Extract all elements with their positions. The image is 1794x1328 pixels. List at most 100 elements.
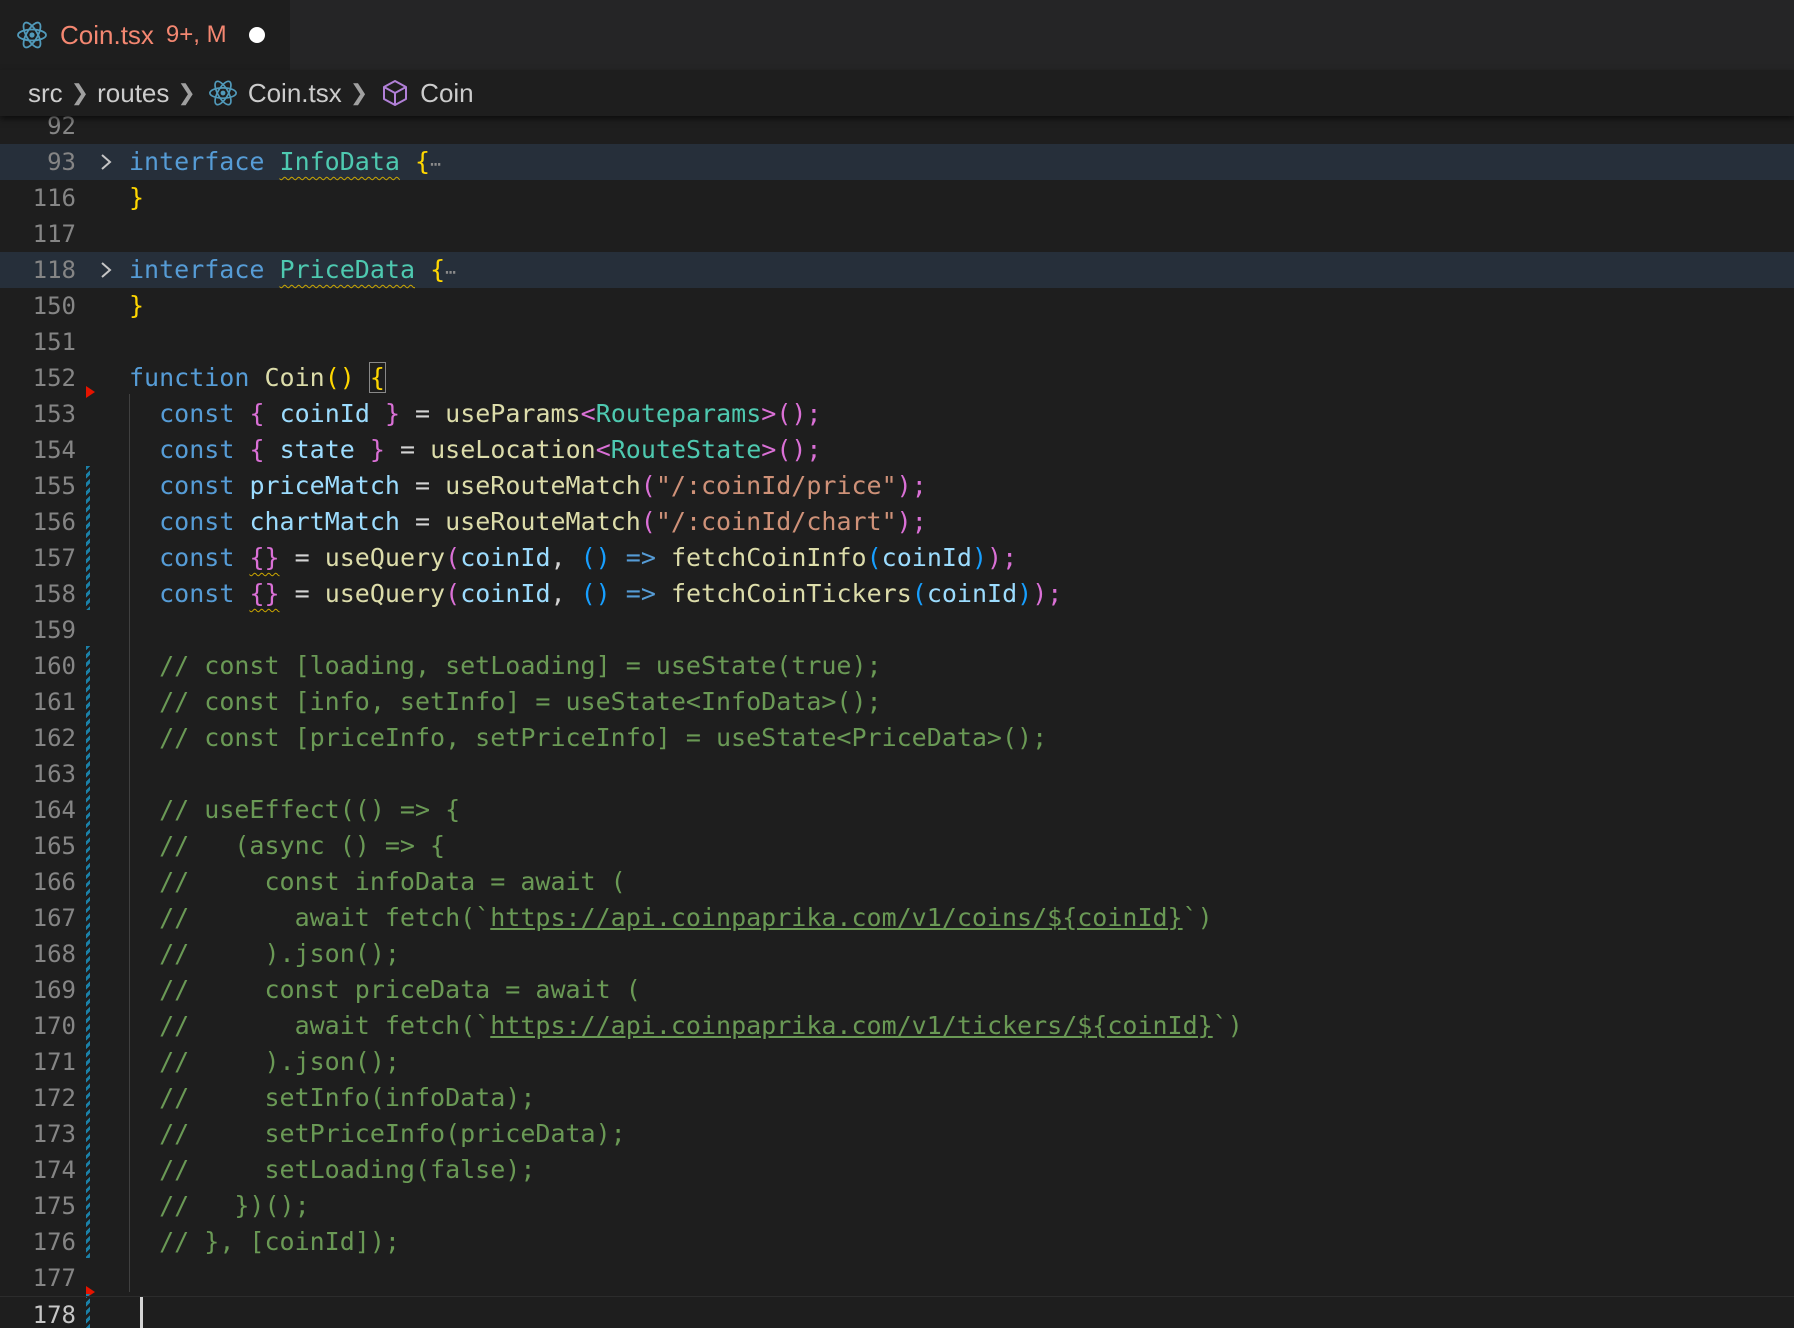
code-line: 161 // const [info, setInfo] = useState<… bbox=[0, 684, 1794, 720]
line-number: 166 bbox=[32, 868, 76, 896]
comment: // const infoData = await ( bbox=[159, 867, 626, 896]
code-line: 159 bbox=[0, 612, 1794, 648]
code-line: 151 bbox=[0, 324, 1794, 360]
comment: // })(); bbox=[159, 1191, 310, 1220]
code-line: 162 // const [priceInfo, setPriceInfo] =… bbox=[0, 720, 1794, 756]
code-line: 154 const { state } = useLocation<RouteS… bbox=[0, 432, 1794, 468]
breadcrumb-item-routes[interactable]: routes bbox=[97, 78, 169, 109]
code-line: 155 const priceMatch = useRouteMatch("/:… bbox=[0, 468, 1794, 504]
line-number: 165 bbox=[32, 832, 76, 860]
comment: // ).json(); bbox=[159, 939, 400, 968]
line-number: 153 bbox=[32, 400, 76, 428]
code-line: 177 bbox=[0, 1260, 1794, 1296]
line-number: 158 bbox=[32, 580, 76, 608]
comment: // setInfo(infoData); bbox=[159, 1083, 536, 1112]
line-number: 150 bbox=[32, 292, 76, 320]
breadcrumb-item-src[interactable]: src bbox=[28, 78, 63, 109]
line-number: 167 bbox=[32, 904, 76, 932]
line-number: 169 bbox=[32, 976, 76, 1004]
code-line: 165 // (async () => { bbox=[0, 828, 1794, 864]
code-line: 174 // setLoading(false); bbox=[0, 1152, 1794, 1188]
code-line: 152 function Coin() { bbox=[0, 360, 1794, 396]
code-line: 163 bbox=[0, 756, 1794, 792]
code-line: 172 // setInfo(infoData); bbox=[0, 1080, 1794, 1116]
folded-region-ellipsis[interactable]: ⋯ bbox=[445, 262, 456, 283]
code-editor[interactable]: 92 93 interface InfoData {⋯ 116 } 117 11… bbox=[0, 116, 1794, 1328]
code-line: 118 interface PriceData {⋯ bbox=[0, 252, 1794, 288]
text-cursor bbox=[140, 1297, 143, 1328]
code-line: 168 // ).json(); bbox=[0, 936, 1794, 972]
line-number: 92 bbox=[47, 116, 76, 140]
unsaved-dot-icon[interactable] bbox=[248, 27, 265, 43]
empty-destructure: {} bbox=[249, 543, 280, 572]
breadcrumb-item-symbol[interactable]: Coin bbox=[420, 78, 473, 109]
code-line: 117 bbox=[0, 216, 1794, 252]
code-line: 170 // await fetch(`https://api.coinpapr… bbox=[0, 1008, 1794, 1044]
editor-tab-coin-tsx[interactable]: Coin.tsx 9+, M bbox=[0, 0, 290, 70]
fold-chevron-right-icon[interactable] bbox=[96, 152, 116, 172]
line-number: 162 bbox=[32, 724, 76, 752]
comment: // const [info, setInfo] = useState<Info… bbox=[159, 687, 882, 716]
line-number: 151 bbox=[32, 328, 76, 356]
fold-chevron-right-icon[interactable] bbox=[96, 260, 116, 280]
code-line: 153 const { coinId } = useParams<Routepa… bbox=[0, 396, 1794, 432]
comment: // const [priceInfo, setPriceInfo] = use… bbox=[159, 723, 1048, 752]
line-number: 173 bbox=[32, 1120, 76, 1148]
code-line: 93 interface InfoData {⋯ bbox=[0, 144, 1794, 180]
line-number: 155 bbox=[32, 472, 76, 500]
comment: // setPriceInfo(priceData); bbox=[159, 1119, 626, 1148]
comment: // setLoading(false); bbox=[159, 1155, 536, 1184]
line-number: 118 bbox=[32, 256, 76, 284]
line-number: 163 bbox=[32, 760, 76, 788]
code-line: 164 // useEffect(() => { bbox=[0, 792, 1794, 828]
tab-bar: Coin.tsx 9+, M bbox=[0, 0, 1794, 70]
line-number: 159 bbox=[32, 616, 76, 644]
code-line: 160 // const [loading, setLoading] = use… bbox=[0, 648, 1794, 684]
breadcrumb-item-file[interactable]: Coin.tsx bbox=[248, 78, 342, 109]
react-icon bbox=[17, 21, 47, 49]
line-number: 175 bbox=[32, 1192, 76, 1220]
line-number: 178 bbox=[32, 1301, 76, 1328]
folded-region-ellipsis[interactable]: ⋯ bbox=[430, 154, 441, 175]
line-number: 117 bbox=[32, 220, 76, 248]
line-number: 157 bbox=[32, 544, 76, 572]
line-number: 176 bbox=[32, 1228, 76, 1256]
line-number: 116 bbox=[32, 184, 76, 212]
code-line: 157 const {} = useQuery(coinId, () => fe… bbox=[0, 540, 1794, 576]
comment: // const priceData = await ( bbox=[159, 975, 641, 1004]
empty-destructure: {} bbox=[249, 579, 280, 608]
comment: // ).json(); bbox=[159, 1047, 400, 1076]
url-link[interactable]: https://api.coinpaprika.com/v1/tickers/$… bbox=[490, 1011, 1212, 1040]
chevron-right-icon: ❯ bbox=[70, 80, 90, 105]
line-number: 164 bbox=[32, 796, 76, 824]
comment: // useEffect(() => { bbox=[159, 795, 461, 824]
interface-name: PriceData bbox=[279, 255, 415, 284]
line-number: 156 bbox=[32, 508, 76, 536]
code-line: 92 bbox=[0, 116, 1794, 144]
symbol-class-icon bbox=[383, 80, 408, 106]
line-number: 161 bbox=[32, 688, 76, 716]
code-line: 167 // await fetch(`https://api.coinpapr… bbox=[0, 900, 1794, 936]
line-number: 171 bbox=[32, 1048, 76, 1076]
code-line: 175 // })(); bbox=[0, 1188, 1794, 1224]
code-line: 150 } bbox=[0, 288, 1794, 324]
code-line: 158 const {} = useQuery(coinId, () => fe… bbox=[0, 576, 1794, 612]
code-line: 173 // setPriceInfo(priceData); bbox=[0, 1116, 1794, 1152]
tab-file-name: Coin.tsx bbox=[60, 19, 154, 50]
code-line: 169 // const priceData = await ( bbox=[0, 972, 1794, 1008]
line-number: 174 bbox=[32, 1156, 76, 1184]
tab-problem-status: 9+, M bbox=[165, 21, 227, 48]
code-line: 176 // }, [coinId]); bbox=[0, 1224, 1794, 1260]
matched-bracket: { bbox=[368, 362, 386, 393]
line-number: 168 bbox=[32, 940, 76, 968]
url-link[interactable]: https://api.coinpaprika.com/v1/coins/${c… bbox=[490, 903, 1182, 932]
line-number: 177 bbox=[32, 1264, 76, 1292]
react-icon bbox=[208, 80, 237, 106]
comment: // (async () => { bbox=[159, 831, 446, 860]
chevron-right-icon: ❯ bbox=[177, 80, 196, 105]
line-number: 154 bbox=[32, 436, 76, 464]
code-line: 166 // const infoData = await ( bbox=[0, 864, 1794, 900]
line-number: 170 bbox=[32, 1012, 76, 1040]
breadcrumb: src ❯ routes ❯ Coin.tsx ❯ Coin bbox=[0, 70, 1794, 116]
code-line: 171 // ).json(); bbox=[0, 1044, 1794, 1080]
